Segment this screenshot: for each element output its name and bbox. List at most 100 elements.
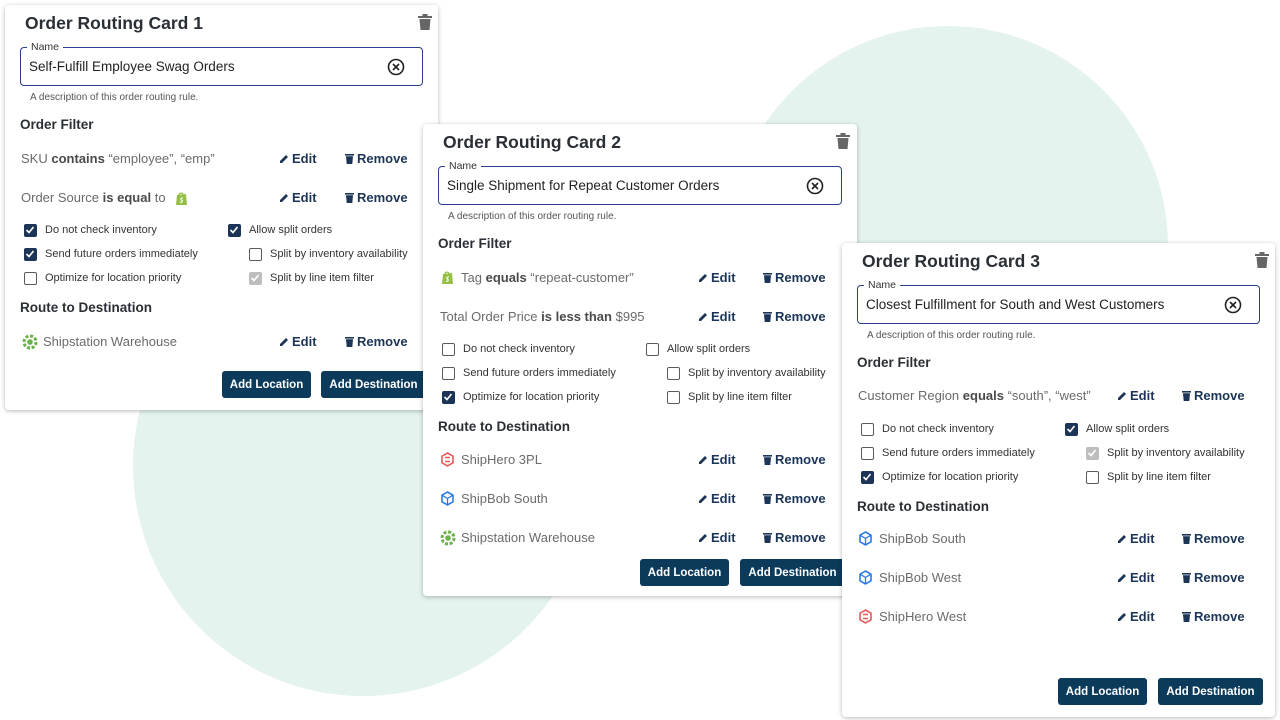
checkbox-box[interactable] <box>861 447 874 460</box>
edit-button[interactable]: Edit <box>698 452 736 467</box>
checkbox-box[interactable] <box>24 224 37 237</box>
filter-field: Order Source <box>21 190 100 205</box>
remove-label: Remove <box>775 491 826 506</box>
checkbox-box[interactable] <box>228 224 241 237</box>
edit-button[interactable]: Edit <box>1117 388 1155 403</box>
add-destination-button[interactable]: Add Destination <box>740 559 845 586</box>
edit-button[interactable]: Edit <box>1117 609 1155 624</box>
order-routing-card-2: Order Routing Card 2 Name Single Shipmen… <box>423 124 857 596</box>
checkbox-box[interactable] <box>442 391 455 404</box>
remove-label: Remove <box>357 190 408 205</box>
filter-value: “south”, “west” <box>1007 388 1091 403</box>
edit-label: Edit <box>1130 531 1155 546</box>
filter-field: Total Order Price <box>440 309 538 324</box>
name-field-value: Closest Fulfillment for South and West C… <box>866 297 1165 312</box>
checkbox-label: Split by line item filter <box>270 272 374 284</box>
remove-button[interactable]: Remove <box>1182 531 1245 546</box>
order-routing-card-3: Order Routing Card 3 Name Closest Fulfil… <box>842 243 1275 717</box>
delete-card-trash-icon[interactable] <box>418 14 432 30</box>
filter-operator: contains <box>51 151 105 166</box>
order-routing-card-1: Order Routing Card 1 Name Self-Fulfill E… <box>5 5 438 410</box>
edit-label: Edit <box>292 190 317 205</box>
checkbox-box[interactable] <box>1086 471 1099 484</box>
name-field-label: Name <box>864 279 901 291</box>
destination-name: ShipBob South <box>879 531 966 546</box>
remove-button[interactable]: Remove <box>1182 388 1245 403</box>
checkbox-box[interactable] <box>442 367 455 380</box>
edit-button[interactable]: Edit <box>1117 531 1155 546</box>
clear-circle-x-icon[interactable] <box>387 58 405 76</box>
checkbox-box[interactable] <box>1065 423 1078 436</box>
add-location-button[interactable]: Add Location <box>1058 678 1147 705</box>
clear-circle-x-icon[interactable] <box>806 177 824 195</box>
checkbox-label: Allow split orders <box>667 343 751 355</box>
remove-button[interactable]: Remove <box>763 530 826 545</box>
remove-button[interactable]: Remove <box>763 309 826 324</box>
name-field-label: Name <box>27 41 64 53</box>
remove-button[interactable]: Remove <box>345 334 408 349</box>
name-field[interactable]: Name Closest Fulfillment for South and W… <box>857 279 1260 324</box>
edit-button[interactable]: Edit <box>698 309 736 324</box>
order-filter-heading: Order Filter <box>438 236 512 251</box>
card-title: Order Routing Card 3 <box>862 251 1040 271</box>
route-to-destination-heading: Route to Destination <box>857 499 989 514</box>
name-field[interactable]: Name Single Shipment for Repeat Customer… <box>438 160 842 205</box>
edit-button[interactable]: Edit <box>698 530 736 545</box>
filter-row: Tag equals “repeat-customer” Edit Remove <box>440 267 840 289</box>
name-field-value: Single Shipment for Repeat Customer Orde… <box>447 178 720 193</box>
edit-label: Edit <box>711 452 736 467</box>
filter-value: “repeat-customer” <box>530 270 634 285</box>
remove-label: Remove <box>357 334 408 349</box>
remove-label: Remove <box>775 270 826 285</box>
edit-button[interactable]: Edit <box>698 491 736 506</box>
filter-operator: is less than <box>541 309 612 324</box>
destination-name: Shipstation Warehouse <box>43 334 177 349</box>
checkbox-box[interactable] <box>861 471 874 484</box>
name-field-label: Name <box>445 160 482 172</box>
remove-button[interactable]: Remove <box>1182 570 1245 585</box>
edit-button[interactable]: Edit <box>698 270 736 285</box>
checkbox-box[interactable] <box>667 391 680 404</box>
delete-card-trash-icon[interactable] <box>836 133 850 149</box>
checkbox-box[interactable] <box>667 367 680 380</box>
card-title: Order Routing Card 2 <box>443 132 621 152</box>
remove-button[interactable]: Remove <box>1182 609 1245 624</box>
checkbox-box[interactable] <box>24 272 37 285</box>
checkbox-box[interactable] <box>249 248 262 261</box>
remove-button[interactable]: Remove <box>345 151 408 166</box>
edit-button[interactable]: Edit <box>279 151 317 166</box>
checkbox-box[interactable] <box>24 248 37 261</box>
add-location-button[interactable]: Add Location <box>222 371 311 398</box>
add-location-button[interactable]: Add Location <box>640 559 729 586</box>
checkbox-box[interactable] <box>442 343 455 356</box>
edit-button[interactable]: Edit <box>279 190 317 205</box>
name-field[interactable]: Name Self-Fulfill Employee Swag Orders <box>20 41 423 86</box>
edit-button[interactable]: Edit <box>279 334 317 349</box>
add-destination-button[interactable]: Add Destination <box>321 371 426 398</box>
remove-label: Remove <box>775 309 826 324</box>
remove-button[interactable]: Remove <box>763 491 826 506</box>
remove-button[interactable]: Remove <box>345 190 408 205</box>
checkbox-box[interactable] <box>249 272 262 285</box>
shipbob-icon <box>858 531 874 547</box>
shiphero-icon <box>858 609 874 625</box>
edit-button[interactable]: Edit <box>1117 570 1155 585</box>
checkbox-box[interactable] <box>1086 447 1099 460</box>
order-filter-heading: Order Filter <box>20 117 94 132</box>
edit-label: Edit <box>1130 609 1155 624</box>
clear-circle-x-icon[interactable] <box>1224 296 1242 314</box>
remove-label: Remove <box>1194 609 1245 624</box>
edit-label: Edit <box>711 491 736 506</box>
destination-row: ShipBob South Edit Remove <box>858 528 1258 550</box>
shipbob-icon <box>440 491 456 507</box>
checkbox-box[interactable] <box>646 343 659 356</box>
checkbox-label: Optimize for location priority <box>882 471 1019 483</box>
checkbox-box[interactable] <box>861 423 874 436</box>
edit-label: Edit <box>292 151 317 166</box>
delete-card-trash-icon[interactable] <box>1255 252 1269 268</box>
remove-button[interactable]: Remove <box>763 452 826 467</box>
shiphero-icon <box>440 452 456 468</box>
add-destination-button[interactable]: Add Destination <box>1158 678 1263 705</box>
remove-button[interactable]: Remove <box>763 270 826 285</box>
edit-label: Edit <box>292 334 317 349</box>
